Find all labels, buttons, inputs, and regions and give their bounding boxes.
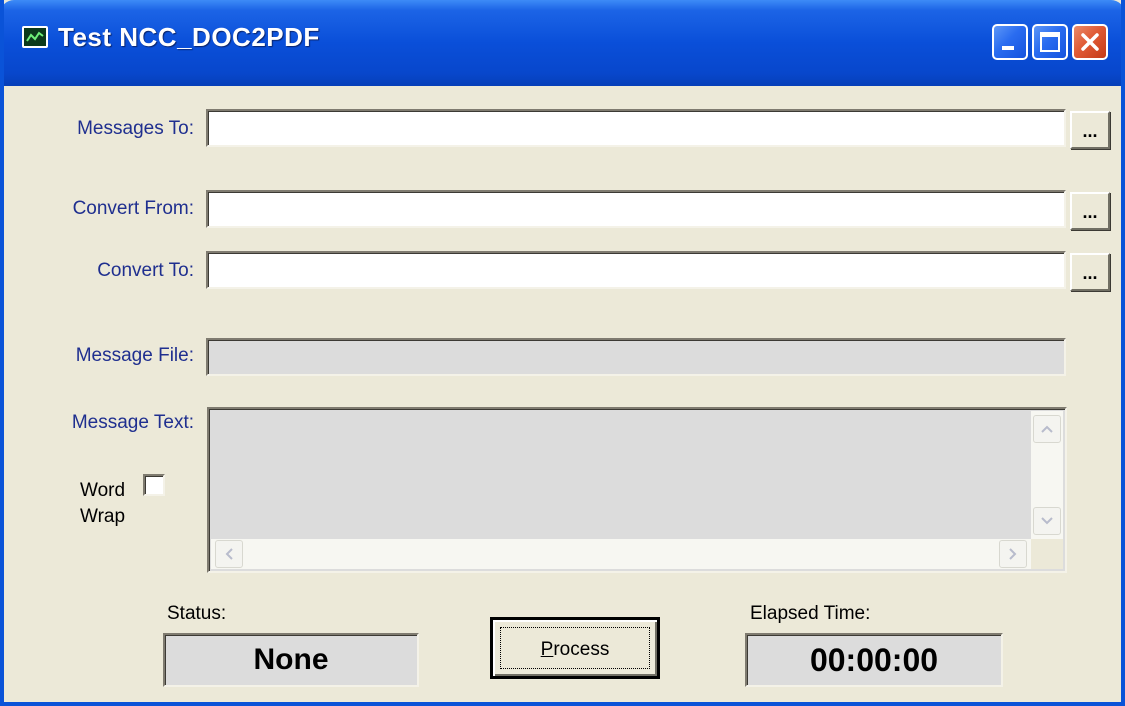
title-bar[interactable]: Test NCC_DOC2PDF <box>4 0 1121 86</box>
app-icon <box>22 26 48 48</box>
window-title: Test NCC_DOC2PDF <box>58 22 320 52</box>
convert-to-browse-button[interactable]: ... <box>1070 253 1110 291</box>
scroll-up-button[interactable] <box>1033 415 1061 443</box>
convert-to-field-box <box>206 251 1066 289</box>
status-label: Status: <box>167 603 227 624</box>
scroll-left-button[interactable] <box>215 540 243 568</box>
word-wrap-checkbox[interactable] <box>143 474 165 496</box>
convert-to-label: Convert To: <box>97 260 194 281</box>
messages-to-field-box <box>206 109 1066 147</box>
vertical-scrollbar[interactable] <box>1031 411 1063 539</box>
minimize-button[interactable] <box>992 24 1028 60</box>
scroll-down-button[interactable] <box>1033 507 1061 535</box>
app-window: Test NCC_DOC2PDF Messages To: ... Conver… <box>0 0 1125 706</box>
horizontal-scrollbar[interactable] <box>211 539 1031 569</box>
convert-from-browse-button[interactable]: ... <box>1070 192 1110 230</box>
elapsed-time-label: Elapsed Time: <box>750 603 871 624</box>
convert-from-label: Convert From: <box>72 198 194 219</box>
convert-to-input[interactable] <box>208 253 1064 287</box>
message-text-label: Message Text: <box>71 412 194 433</box>
elapsed-time-value: 00:00:00 <box>745 633 1003 687</box>
scroll-right-button[interactable] <box>999 540 1027 568</box>
convert-from-field-box <box>206 190 1066 228</box>
convert-from-input[interactable] <box>208 192 1064 226</box>
scroll-up-icon <box>1041 425 1053 433</box>
close-icon <box>1081 33 1099 51</box>
messages-to-input[interactable] <box>208 111 1064 145</box>
message-file-field-box <box>206 338 1066 376</box>
word-wrap-label-line2: Wrap <box>80 506 126 527</box>
maximize-button[interactable] <box>1032 24 1068 60</box>
message-file-input <box>208 340 1064 374</box>
process-button-label: Process <box>500 627 650 669</box>
messages-to-browse-button[interactable]: ... <box>1070 111 1110 149</box>
process-button[interactable]: Process <box>490 617 660 679</box>
scroll-right-icon <box>1009 548 1017 560</box>
status-value: None <box>163 633 419 687</box>
minimize-icon <box>1002 46 1014 50</box>
word-wrap-label-line1: Word <box>80 480 126 501</box>
messages-to-label: Messages To: <box>77 118 194 139</box>
message-text-area[interactable] <box>207 407 1067 573</box>
scroll-left-icon <box>225 548 233 560</box>
scroll-down-icon <box>1041 517 1053 525</box>
close-button[interactable] <box>1072 24 1108 60</box>
maximize-icon <box>1040 32 1060 52</box>
scrollbar-corner <box>1031 539 1063 569</box>
message-file-label: Message File: <box>75 345 194 366</box>
word-wrap-label: Word Wrap <box>80 478 125 530</box>
